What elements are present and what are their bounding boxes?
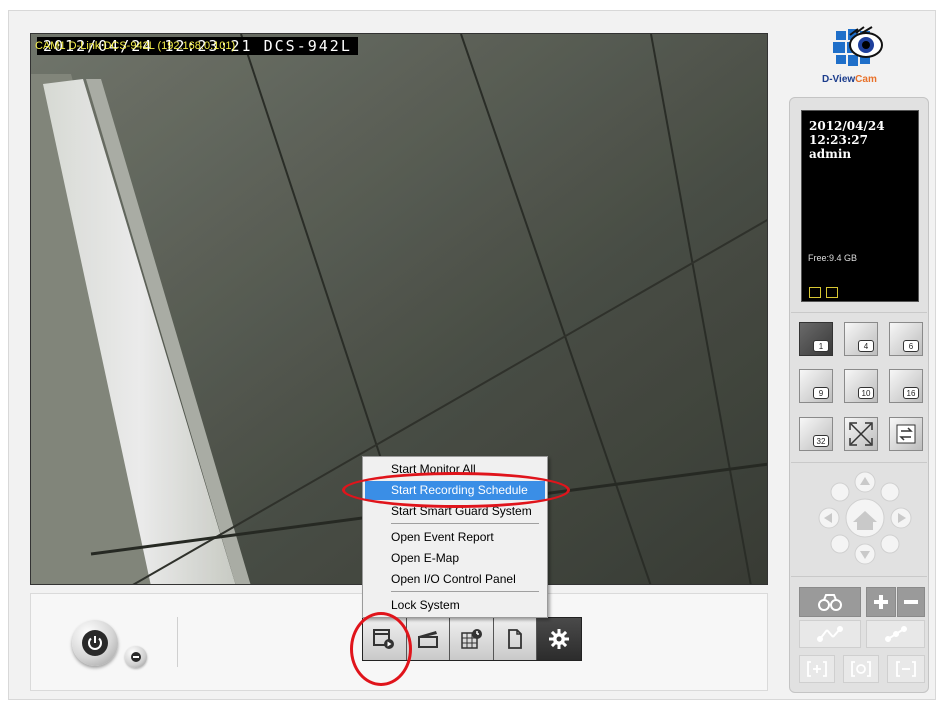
ptz-up-left-button[interactable] [830,482,850,502]
layout-4-button[interactable]: 4 [844,322,878,356]
minus-icon [131,652,141,662]
layout-32-button[interactable]: 32 [799,417,833,451]
path-icon [817,626,843,642]
document-icon[interactable] [493,618,538,660]
status-user: admin [809,147,852,161]
zoom-out-button[interactable] [897,587,925,617]
menu-item-open-event-report[interactable]: Open Event Report [365,528,545,547]
minimize-button[interactable] [125,646,147,668]
zoom-in-button[interactable] [866,587,896,617]
focus-minus-icon [896,661,916,677]
focus-in-button[interactable] [799,655,835,683]
switch-view-button[interactable] [889,417,923,451]
layout-1-button[interactable]: 1 [799,322,833,356]
clapperboard-icon[interactable] [406,618,451,660]
highlight-annotation-schedule-button [350,612,412,686]
status-display: 2012/04/24 12:23:27 admin Free:9.4 GB [801,110,919,302]
panel-divider [791,312,927,313]
free-space-label: Free:9.4 GB [808,253,858,263]
toolbar-divider [177,617,178,667]
ptz-down-left-button[interactable] [830,534,850,554]
focus-target-icon [851,661,871,677]
gear-icon[interactable] [537,618,582,660]
layout-16-button[interactable]: 16 [889,369,923,403]
status-datetime: 2012/04/24 12:23:27 admin [809,119,885,161]
status-time: 12:23:27 [809,133,868,147]
status-date: 2012/04/24 [809,119,885,133]
fullscreen-icon [849,422,873,446]
preset-path-button[interactable] [866,620,925,648]
layout-9-button[interactable]: 9 [799,369,833,403]
minus-icon [904,600,918,604]
menu-item-lock-system[interactable]: Lock System [365,596,545,615]
menu-item-open-e-map[interactable]: Open E-Map [365,549,545,568]
ptz-control [817,470,913,566]
ptz-up-right-button[interactable] [880,482,900,502]
power-icon [82,630,108,656]
patrol-path-button[interactable] [799,620,861,648]
binoculars-icon [818,594,842,611]
menu-separator [391,591,539,592]
playback-icon[interactable] [826,287,838,298]
ptz-down-right-button[interactable] [880,534,900,554]
layout-10-button[interactable]: 10 [844,369,878,403]
swap-icon [896,424,916,444]
dviewcam-logo [828,25,884,73]
panel-divider [791,462,927,463]
power-button[interactable] [72,620,118,666]
menu-item-open-io-control-panel[interactable]: Open I/O Control Panel [365,570,545,589]
logo-text: D-ViewCam [822,74,877,85]
preset-icon [884,626,907,642]
fullscreen-button[interactable] [844,417,878,451]
grid-clock-icon[interactable] [450,618,494,660]
focus-out-button[interactable] [887,655,925,683]
layout-6-button[interactable]: 6 [889,322,923,356]
monitor-icon[interactable] [809,287,821,298]
auto-focus-button[interactable] [843,655,879,683]
menu-separator [391,523,539,524]
highlight-annotation-menu [342,472,570,508]
panel-divider [791,576,927,577]
focus-plus-icon [807,661,827,677]
camera-info-label: CAM1 D-Link DCS-942L (192.168.0.101) [35,40,236,52]
plus-icon [874,595,888,609]
binoculars-button[interactable] [799,587,861,617]
